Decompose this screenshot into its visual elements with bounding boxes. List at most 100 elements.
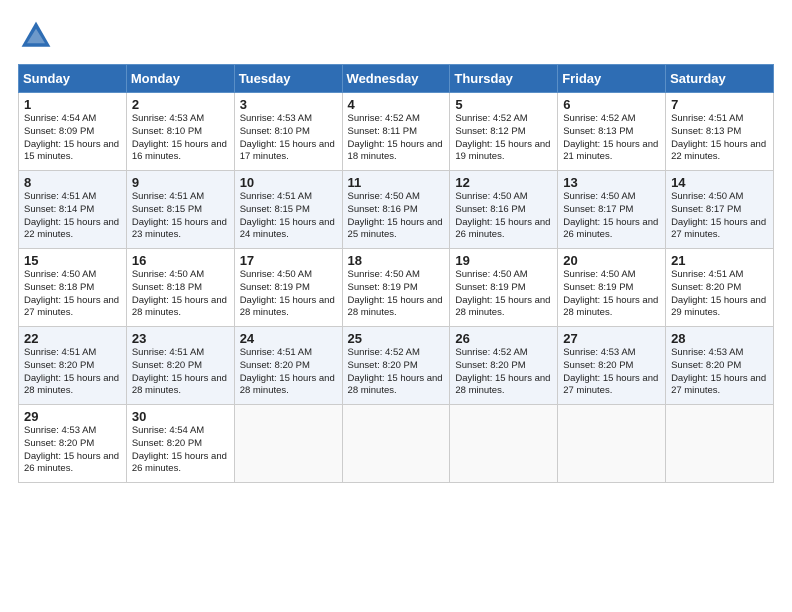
- calendar-week-2: 8Sunrise: 4:51 AM Sunset: 8:14 PM Daylig…: [19, 171, 774, 249]
- day-info: Sunrise: 4:53 AM Sunset: 8:10 PM Dayligh…: [132, 113, 229, 164]
- calendar-cell: 10Sunrise: 4:51 AM Sunset: 8:15 PM Dayli…: [234, 171, 342, 249]
- day-number: 21: [671, 253, 768, 268]
- calendar-cell: 6Sunrise: 4:52 AM Sunset: 8:13 PM Daylig…: [558, 93, 666, 171]
- calendar-cell: 16Sunrise: 4:50 AM Sunset: 8:18 PM Dayli…: [126, 249, 234, 327]
- logo-icon: [18, 18, 54, 54]
- day-number: 14: [671, 175, 768, 190]
- day-info: Sunrise: 4:52 AM Sunset: 8:20 PM Dayligh…: [348, 347, 445, 398]
- page: SundayMondayTuesdayWednesdayThursdayFrid…: [0, 0, 792, 612]
- weekday-header-sunday: Sunday: [19, 65, 127, 93]
- day-info: Sunrise: 4:54 AM Sunset: 8:09 PM Dayligh…: [24, 113, 121, 164]
- calendar-week-1: 1Sunrise: 4:54 AM Sunset: 8:09 PM Daylig…: [19, 93, 774, 171]
- calendar-cell: 17Sunrise: 4:50 AM Sunset: 8:19 PM Dayli…: [234, 249, 342, 327]
- calendar-cell: [558, 405, 666, 483]
- day-number: 26: [455, 331, 552, 346]
- day-number: 10: [240, 175, 337, 190]
- day-number: 27: [563, 331, 660, 346]
- day-number: 2: [132, 97, 229, 112]
- calendar-cell: 11Sunrise: 4:50 AM Sunset: 8:16 PM Dayli…: [342, 171, 450, 249]
- day-info: Sunrise: 4:52 AM Sunset: 8:13 PM Dayligh…: [563, 113, 660, 164]
- day-info: Sunrise: 4:53 AM Sunset: 8:20 PM Dayligh…: [24, 425, 121, 476]
- calendar-cell: 1Sunrise: 4:54 AM Sunset: 8:09 PM Daylig…: [19, 93, 127, 171]
- calendar-cell: 20Sunrise: 4:50 AM Sunset: 8:19 PM Dayli…: [558, 249, 666, 327]
- day-number: 20: [563, 253, 660, 268]
- calendar-cell: 15Sunrise: 4:50 AM Sunset: 8:18 PM Dayli…: [19, 249, 127, 327]
- calendar-cell: 18Sunrise: 4:50 AM Sunset: 8:19 PM Dayli…: [342, 249, 450, 327]
- day-info: Sunrise: 4:50 AM Sunset: 8:19 PM Dayligh…: [240, 269, 337, 320]
- day-number: 17: [240, 253, 337, 268]
- day-info: Sunrise: 4:51 AM Sunset: 8:15 PM Dayligh…: [240, 191, 337, 242]
- day-info: Sunrise: 4:53 AM Sunset: 8:20 PM Dayligh…: [671, 347, 768, 398]
- calendar-cell: 4Sunrise: 4:52 AM Sunset: 8:11 PM Daylig…: [342, 93, 450, 171]
- calendar-week-5: 29Sunrise: 4:53 AM Sunset: 8:20 PM Dayli…: [19, 405, 774, 483]
- weekday-header-saturday: Saturday: [666, 65, 774, 93]
- day-info: Sunrise: 4:50 AM Sunset: 8:18 PM Dayligh…: [132, 269, 229, 320]
- day-number: 29: [24, 409, 121, 424]
- weekday-header-thursday: Thursday: [450, 65, 558, 93]
- day-number: 24: [240, 331, 337, 346]
- calendar-cell: 8Sunrise: 4:51 AM Sunset: 8:14 PM Daylig…: [19, 171, 127, 249]
- day-info: Sunrise: 4:52 AM Sunset: 8:11 PM Dayligh…: [348, 113, 445, 164]
- weekday-header-tuesday: Tuesday: [234, 65, 342, 93]
- day-number: 16: [132, 253, 229, 268]
- calendar-cell: [342, 405, 450, 483]
- weekday-header-friday: Friday: [558, 65, 666, 93]
- day-info: Sunrise: 4:52 AM Sunset: 8:20 PM Dayligh…: [455, 347, 552, 398]
- calendar-table: SundayMondayTuesdayWednesdayThursdayFrid…: [18, 64, 774, 483]
- calendar-cell: 27Sunrise: 4:53 AM Sunset: 8:20 PM Dayli…: [558, 327, 666, 405]
- calendar-cell: 29Sunrise: 4:53 AM Sunset: 8:20 PM Dayli…: [19, 405, 127, 483]
- day-number: 13: [563, 175, 660, 190]
- calendar-cell: 5Sunrise: 4:52 AM Sunset: 8:12 PM Daylig…: [450, 93, 558, 171]
- day-info: Sunrise: 4:51 AM Sunset: 8:20 PM Dayligh…: [240, 347, 337, 398]
- header: [18, 18, 774, 54]
- calendar-cell: 9Sunrise: 4:51 AM Sunset: 8:15 PM Daylig…: [126, 171, 234, 249]
- day-info: Sunrise: 4:51 AM Sunset: 8:14 PM Dayligh…: [24, 191, 121, 242]
- day-info: Sunrise: 4:51 AM Sunset: 8:20 PM Dayligh…: [24, 347, 121, 398]
- day-number: 11: [348, 175, 445, 190]
- calendar-cell: 3Sunrise: 4:53 AM Sunset: 8:10 PM Daylig…: [234, 93, 342, 171]
- calendar-week-4: 22Sunrise: 4:51 AM Sunset: 8:20 PM Dayli…: [19, 327, 774, 405]
- calendar-cell: 13Sunrise: 4:50 AM Sunset: 8:17 PM Dayli…: [558, 171, 666, 249]
- day-number: 8: [24, 175, 121, 190]
- calendar-cell: 14Sunrise: 4:50 AM Sunset: 8:17 PM Dayli…: [666, 171, 774, 249]
- day-number: 19: [455, 253, 552, 268]
- calendar-cell: 7Sunrise: 4:51 AM Sunset: 8:13 PM Daylig…: [666, 93, 774, 171]
- calendar-cell: 2Sunrise: 4:53 AM Sunset: 8:10 PM Daylig…: [126, 93, 234, 171]
- calendar-cell: 28Sunrise: 4:53 AM Sunset: 8:20 PM Dayli…: [666, 327, 774, 405]
- day-number: 6: [563, 97, 660, 112]
- day-number: 30: [132, 409, 229, 424]
- calendar-cell: 25Sunrise: 4:52 AM Sunset: 8:20 PM Dayli…: [342, 327, 450, 405]
- logo: [18, 18, 58, 54]
- day-info: Sunrise: 4:51 AM Sunset: 8:13 PM Dayligh…: [671, 113, 768, 164]
- day-info: Sunrise: 4:50 AM Sunset: 8:18 PM Dayligh…: [24, 269, 121, 320]
- calendar-cell: 26Sunrise: 4:52 AM Sunset: 8:20 PM Dayli…: [450, 327, 558, 405]
- day-info: Sunrise: 4:54 AM Sunset: 8:20 PM Dayligh…: [132, 425, 229, 476]
- day-info: Sunrise: 4:50 AM Sunset: 8:16 PM Dayligh…: [455, 191, 552, 242]
- calendar-cell: [234, 405, 342, 483]
- day-info: Sunrise: 4:53 AM Sunset: 8:20 PM Dayligh…: [563, 347, 660, 398]
- day-info: Sunrise: 4:51 AM Sunset: 8:20 PM Dayligh…: [132, 347, 229, 398]
- day-number: 7: [671, 97, 768, 112]
- day-info: Sunrise: 4:52 AM Sunset: 8:12 PM Dayligh…: [455, 113, 552, 164]
- calendar-cell: 19Sunrise: 4:50 AM Sunset: 8:19 PM Dayli…: [450, 249, 558, 327]
- day-number: 5: [455, 97, 552, 112]
- weekday-header-wednesday: Wednesday: [342, 65, 450, 93]
- day-info: Sunrise: 4:50 AM Sunset: 8:17 PM Dayligh…: [671, 191, 768, 242]
- weekday-header-monday: Monday: [126, 65, 234, 93]
- day-number: 15: [24, 253, 121, 268]
- day-number: 12: [455, 175, 552, 190]
- day-number: 22: [24, 331, 121, 346]
- day-number: 3: [240, 97, 337, 112]
- day-number: 25: [348, 331, 445, 346]
- calendar-cell: 12Sunrise: 4:50 AM Sunset: 8:16 PM Dayli…: [450, 171, 558, 249]
- day-info: Sunrise: 4:51 AM Sunset: 8:20 PM Dayligh…: [671, 269, 768, 320]
- day-info: Sunrise: 4:50 AM Sunset: 8:19 PM Dayligh…: [348, 269, 445, 320]
- calendar-cell: 30Sunrise: 4:54 AM Sunset: 8:20 PM Dayli…: [126, 405, 234, 483]
- day-info: Sunrise: 4:51 AM Sunset: 8:15 PM Dayligh…: [132, 191, 229, 242]
- day-number: 4: [348, 97, 445, 112]
- day-info: Sunrise: 4:53 AM Sunset: 8:10 PM Dayligh…: [240, 113, 337, 164]
- day-number: 1: [24, 97, 121, 112]
- day-number: 23: [132, 331, 229, 346]
- day-info: Sunrise: 4:50 AM Sunset: 8:19 PM Dayligh…: [455, 269, 552, 320]
- weekday-header-row: SundayMondayTuesdayWednesdayThursdayFrid…: [19, 65, 774, 93]
